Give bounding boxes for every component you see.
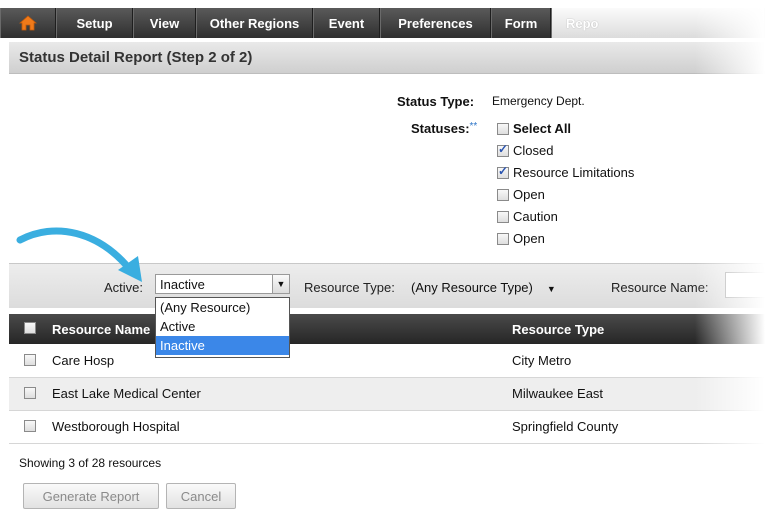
- resource-type-cell: Milwaukee East: [512, 386, 604, 401]
- home-tab[interactable]: [0, 8, 56, 38]
- select-all-checkbox[interactable]: Select All: [497, 121, 571, 136]
- dropdown-option-selected[interactable]: Inactive: [156, 336, 289, 355]
- nav-form[interactable]: Form: [491, 8, 551, 38]
- dropdown-option[interactable]: Active: [156, 317, 289, 336]
- select-all-rows-checkbox[interactable]: [24, 322, 36, 334]
- pointing-arrow-icon: [16, 227, 142, 282]
- nav-view[interactable]: View: [133, 8, 196, 38]
- resource-name-input[interactable]: [725, 272, 765, 298]
- checkbox-icon[interactable]: [497, 210, 509, 223]
- nav-event[interactable]: Event: [313, 8, 380, 38]
- nav-preferences[interactable]: Preferences: [380, 8, 491, 38]
- checkbox-icon[interactable]: [497, 188, 509, 201]
- row-checkbox[interactable]: [24, 387, 36, 399]
- top-nav: Setup View Other Regions Event Preferenc…: [0, 8, 765, 38]
- nav-other-regions[interactable]: Other Regions: [196, 8, 313, 38]
- column-header-resource-name[interactable]: Resource Name: [52, 322, 150, 337]
- resource-name-cell: East Lake Medical Center: [52, 386, 201, 401]
- nav-reports[interactable]: Repo: [551, 8, 765, 38]
- status-item-caution[interactable]: Caution: [497, 209, 558, 224]
- home-icon: [19, 15, 37, 31]
- active-dropdown-list: (Any Resource) Active Inactive: [155, 297, 290, 358]
- page-title: Status Detail Report (Step 2 of 2): [9, 42, 765, 74]
- resource-name-cell: Westborough Hospital: [52, 419, 180, 434]
- required-marker: **: [469, 121, 478, 132]
- status-type-value: Emergency Dept.: [492, 94, 585, 108]
- resource-type-select[interactable]: (Any Resource Type) ▼: [411, 280, 556, 295]
- resource-type-cell: City Metro: [512, 353, 572, 368]
- table-row[interactable]: [9, 345, 765, 378]
- resource-type-cell: Springfield County: [512, 419, 619, 434]
- status-item-open[interactable]: Open: [497, 187, 545, 202]
- active-filter-label: Active:: [104, 280, 144, 295]
- row-checkbox[interactable]: [24, 420, 36, 432]
- dropdown-arrow-icon[interactable]: ▼: [272, 275, 289, 293]
- active-select[interactable]: Inactive ▼: [155, 274, 290, 294]
- checkbox-icon[interactable]: [497, 122, 509, 135]
- chevron-down-icon: ▼: [546, 284, 556, 294]
- checkbox-checked-icon[interactable]: [497, 142, 509, 157]
- cancel-button[interactable]: Cancel: [166, 483, 236, 509]
- status-item-closed[interactable]: Closed: [497, 142, 553, 158]
- checkbox-checked-icon[interactable]: [497, 164, 509, 179]
- statuses-label: Statuses:**: [411, 121, 478, 136]
- resource-name-label: Resource Name:: [611, 280, 709, 295]
- column-header-resource-type[interactable]: Resource Type: [512, 322, 604, 337]
- generate-report-button[interactable]: Generate Report: [23, 483, 159, 509]
- checkbox-icon[interactable]: [497, 232, 509, 245]
- resource-type-label: Resource Type:: [304, 280, 395, 295]
- dropdown-option[interactable]: (Any Resource): [156, 298, 289, 317]
- resource-name-cell: Care Hosp: [52, 353, 115, 368]
- status-item-open-2[interactable]: Open: [497, 231, 545, 246]
- nav-setup[interactable]: Setup: [56, 8, 133, 38]
- status-type-label: Status Type:: [397, 94, 475, 109]
- results-count: Showing 3 of 28 resources: [19, 456, 162, 470]
- status-item-resource-limitations[interactable]: Resource Limitations: [497, 164, 634, 180]
- row-checkbox[interactable]: [24, 354, 36, 366]
